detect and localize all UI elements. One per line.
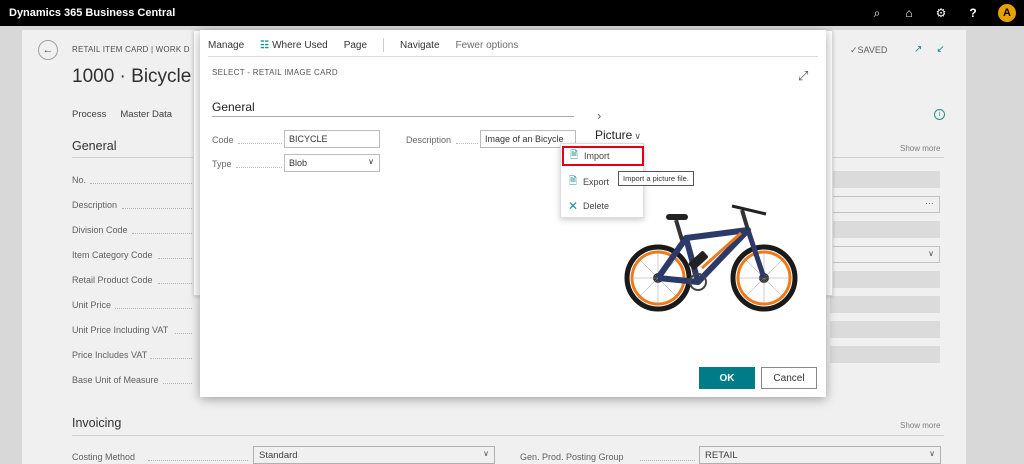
delete-icon: ✕ [567, 199, 579, 213]
app-title[interactable]: Dynamics 365 Business Central [9, 7, 175, 19]
menu-separator [383, 38, 385, 52]
menu-where-used[interactable]: ☷ Where Used [260, 40, 328, 51]
import-tooltip: Import a picture file. [618, 171, 694, 186]
dot-leader [238, 143, 282, 144]
help-icon[interactable]: ? [966, 6, 980, 20]
dialog-divider [208, 56, 818, 57]
chevron-down-icon: ∨ [368, 157, 374, 166]
select-retail-image-card-dialog: Manage ☷ Where Used Page Navigate Fewer o… [200, 30, 826, 397]
dialog-general-divider [212, 116, 574, 117]
chevron-down-icon: ∨ [634, 131, 641, 141]
dialog-general-title[interactable]: General [212, 100, 255, 114]
import-icon: 🗎 [569, 149, 579, 161]
gear-icon[interactable]: ⚙ [934, 6, 948, 20]
type-select[interactable]: Blob ∨ [284, 154, 380, 172]
where-used-icon: ☷ [260, 39, 270, 51]
cancel-button[interactable]: Cancel [761, 367, 817, 389]
ok-button[interactable]: OK [699, 367, 755, 389]
code-field[interactable]: BICYCLE [284, 130, 380, 148]
chevron-right-icon[interactable]: › [597, 108, 601, 123]
bicycle-picture [624, 204, 798, 312]
code-label: Code [212, 135, 234, 145]
dot-leader [456, 143, 478, 144]
export-icon: 🗎 [568, 175, 578, 187]
bell-icon[interactable]: ⌂ [902, 6, 916, 20]
description-label: Description [406, 135, 452, 145]
dot-leader [236, 167, 282, 168]
menu-page[interactable]: Page [344, 40, 367, 51]
top-icons: ⌕ ⌂ ⚙ ? A [870, 0, 1016, 26]
menu-item-import[interactable]: 🗎 Import [562, 146, 644, 166]
type-label: Type [212, 159, 232, 169]
avatar[interactable]: A [998, 4, 1016, 22]
top-bar: Dynamics 365 Business Central ⌕ ⌂ ⚙ ? A [0, 0, 1024, 26]
expand-icon[interactable]: ⤢ [798, 68, 808, 84]
menu-fewer-options[interactable]: Fewer options [456, 40, 519, 51]
dialog-action-bar: Manage ☷ Where Used Page Navigate Fewer o… [208, 38, 534, 52]
menu-manage[interactable]: Manage [208, 40, 244, 51]
menu-navigate[interactable]: Navigate [400, 40, 439, 51]
dialog-subtitle: SELECT - RETAIL IMAGE CARD [212, 68, 338, 77]
search-icon[interactable]: ⌕ [870, 6, 884, 21]
picture-menu-button[interactable]: Picture ∨ [595, 128, 641, 142]
